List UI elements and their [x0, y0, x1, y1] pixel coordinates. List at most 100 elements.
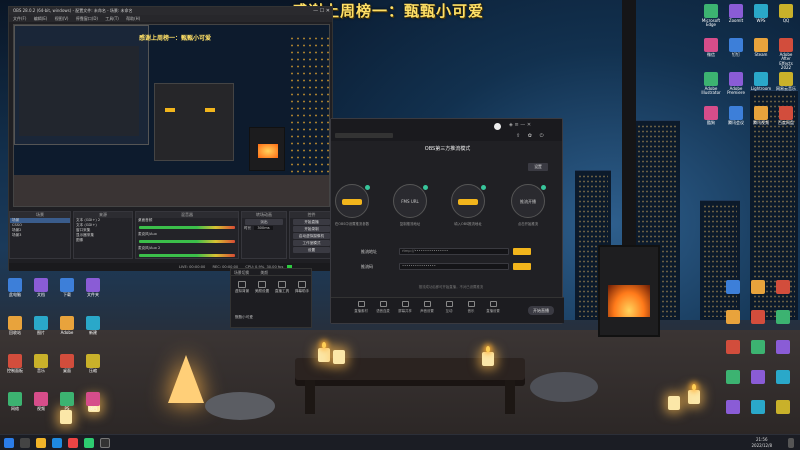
screen-share-button[interactable]: 屏幕共享 [397, 301, 413, 313]
desktop-icon[interactable]: Adobe Premiere [725, 72, 747, 96]
close-icon[interactable]: ✕ [326, 8, 330, 14]
desktop-icon[interactable] [747, 310, 769, 325]
power-icon[interactable]: ⏻ [540, 133, 544, 139]
notification-icon[interactable] [788, 438, 794, 448]
stream-url-field[interactable]: rtmp://•••••••••••••••• [399, 248, 509, 255]
desktop-icon[interactable] [772, 340, 794, 355]
source-item[interactable]: 图像 [74, 238, 132, 243]
desktop-icon[interactable]: 新建 [82, 316, 104, 335]
menu-docks[interactable]: 停靠窗口(D) [76, 16, 98, 21]
dock-mixer[interactable]: 混音器 桌面音频 麦克风/Aux 麦克风/Aux 2 [135, 211, 239, 259]
desktop-icon[interactable] [772, 310, 794, 325]
desktop-icon[interactable] [722, 310, 744, 325]
file-explorer-icon[interactable] [36, 438, 46, 448]
menu-edit[interactable]: 编辑(E) [34, 16, 48, 21]
studio-mode-button[interactable]: 工作室模式 [293, 240, 330, 246]
desktop-icon[interactable]: 压缩 [82, 354, 104, 373]
desktop-icon[interactable] [722, 280, 744, 295]
voice-link-button[interactable]: 语音连麦 [375, 301, 391, 313]
desktop-icon[interactable]: ZoomIt [725, 4, 747, 23]
desktop-icon[interactable]: 网易云音乐 [775, 72, 797, 91]
plugin-settings-button[interactable]: 设置 [528, 163, 548, 171]
app-icon[interactable] [68, 438, 78, 448]
obs-window[interactable]: OBS 28.0.2 (64-bit, windows) - 配置文件: 未命名… [8, 6, 334, 271]
desktop-icon[interactable] [747, 280, 769, 295]
wechat-icon[interactable] [84, 438, 94, 448]
desktop-icon[interactable] [772, 370, 794, 385]
desktop-icon[interactable] [772, 400, 794, 415]
dock-sources[interactable]: 来源 文本 (GDI+) 2 文本 (GDI+) 窗口采集 显示器采集 图像 [73, 211, 133, 259]
desktop-icon[interactable]: 视频 [30, 392, 52, 411]
duration-field[interactable]: 300ms [254, 226, 273, 230]
desktop-icon[interactable]: 图片 [30, 316, 52, 335]
desktop-icon[interactable]: WPS [750, 4, 772, 23]
sound-settings-button[interactable]: 声音设置 [419, 301, 435, 313]
tab-scene-switch[interactable]: 场景切换 [234, 270, 249, 275]
clock[interactable]: 21:56 2022/12/8 [751, 437, 772, 449]
copy-url-button[interactable] [513, 248, 531, 255]
obs-preview[interactable]: 感谢上周榜一：甄甄小可爱 [13, 24, 330, 207]
desktop-icon[interactable]: 回收站 [4, 316, 26, 335]
desktop-icon[interactable] [722, 340, 744, 355]
search-icon[interactable] [20, 438, 30, 448]
desktop-icon[interactable]: 百度网盘 [775, 106, 797, 125]
audio-meter[interactable] [139, 240, 235, 243]
edge-icon[interactable] [52, 438, 62, 448]
desktop-icon[interactable]: 酷狗 [700, 106, 722, 125]
window-controls[interactable]: ◈ ≡ — ✕ [509, 122, 531, 128]
minimize-icon[interactable]: — [313, 8, 320, 14]
obs-taskbar-icon[interactable] [100, 438, 110, 448]
windows-start-icon[interactable] [4, 438, 14, 448]
window-controls[interactable]: — ☐ ✕ [313, 7, 330, 15]
desktop-icon[interactable]: Steam [750, 38, 772, 57]
danmaku-tool[interactable]: 弹幕助手 [293, 281, 311, 294]
live-settings-button[interactable]: 直播设置 [485, 301, 501, 313]
desktop-icon[interactable]: 下载 [56, 278, 78, 297]
desktop-icon[interactable]: 项目 [82, 392, 104, 411]
desktop-icon[interactable]: Microsoft Edge [700, 4, 722, 28]
desktop-icon[interactable]: 文档 [30, 278, 52, 297]
beauty-settings-tool[interactable]: 美颜设置 [253, 281, 271, 294]
tab-beauty[interactable]: 美颜 [260, 270, 268, 275]
stream-key-field[interactable]: •••••••••••••••• [399, 263, 509, 270]
desktop-icon[interactable] [772, 280, 794, 295]
stream-plugin-window[interactable]: ◈ ≡ — ✕ ⇪ ✿ ⏻ OBS第三方推流模式 设置 FMS URL 推流开播… [330, 118, 564, 324]
desktop-icon[interactable]: 音乐 [30, 354, 52, 373]
desktop-icon[interactable]: 网络 [4, 392, 26, 411]
transition-select[interactable]: 淡出 [245, 219, 283, 225]
audio-meter[interactable] [139, 254, 235, 257]
desktop-icon[interactable] [747, 340, 769, 355]
desktop-icon[interactable]: 桌面 [56, 354, 78, 373]
dock-scenes[interactable]: 场景 场景 CSSO 场景2 场景3 [9, 211, 71, 259]
settings-button[interactable]: 设置 [293, 247, 330, 253]
share-icon[interactable]: ⇪ [516, 133, 520, 139]
scene-item[interactable]: 场景3 [10, 233, 70, 238]
desktop-icon[interactable]: Adobe After Effects 2022 [775, 38, 797, 71]
music-button[interactable]: 音乐 [463, 301, 479, 313]
copy-key-button[interactable] [513, 263, 531, 270]
gift-icon[interactable]: ✿ [528, 133, 532, 139]
materials-button[interactable]: 直播素材 [353, 301, 369, 313]
start-recording-button[interactable]: 开始录制 [293, 226, 330, 232]
desktop-icon[interactable] [747, 400, 769, 415]
desktop-icon[interactable]: 钉钉 [725, 38, 747, 57]
desktop-icon[interactable]: Lightroom [750, 72, 772, 91]
start-live-button[interactable]: 开始直播 [528, 306, 554, 315]
desktop-icon[interactable]: 腾讯视频 [750, 106, 772, 125]
dock-transitions[interactable]: 转场动画 淡出 时长 300ms [241, 211, 287, 259]
interact-button[interactable]: 互动 [441, 301, 457, 313]
menu-tools[interactable]: 工具(T) [105, 16, 119, 21]
dock-controls[interactable]: 控件 开始直播 开始录制 启动虚拟摄像机 工作室模式 设置 [289, 211, 334, 259]
menu-file[interactable]: 文件(F) [13, 16, 26, 21]
desktop-icon[interactable] [722, 370, 744, 385]
desktop-icon[interactable]: 文件夹 [82, 278, 104, 297]
obs-titlebar[interactable]: OBS 28.0.2 (64-bit, windows) - 配置文件: 未命名… [9, 7, 332, 15]
virtual-background-tool[interactable]: 虚拟背景 [233, 281, 251, 294]
start-streaming-button[interactable]: 开始直播 [293, 219, 330, 225]
desktop-icon[interactable]: QQ [775, 4, 797, 23]
menu-help[interactable]: 帮助(H) [126, 16, 140, 21]
desktop-icon[interactable]: 腾讯会议 [725, 106, 747, 125]
desktop-icon[interactable] [747, 370, 769, 385]
desktop-icon[interactable] [722, 400, 744, 415]
virtual-camera-button[interactable]: 启动虚拟摄像机 [293, 233, 330, 239]
